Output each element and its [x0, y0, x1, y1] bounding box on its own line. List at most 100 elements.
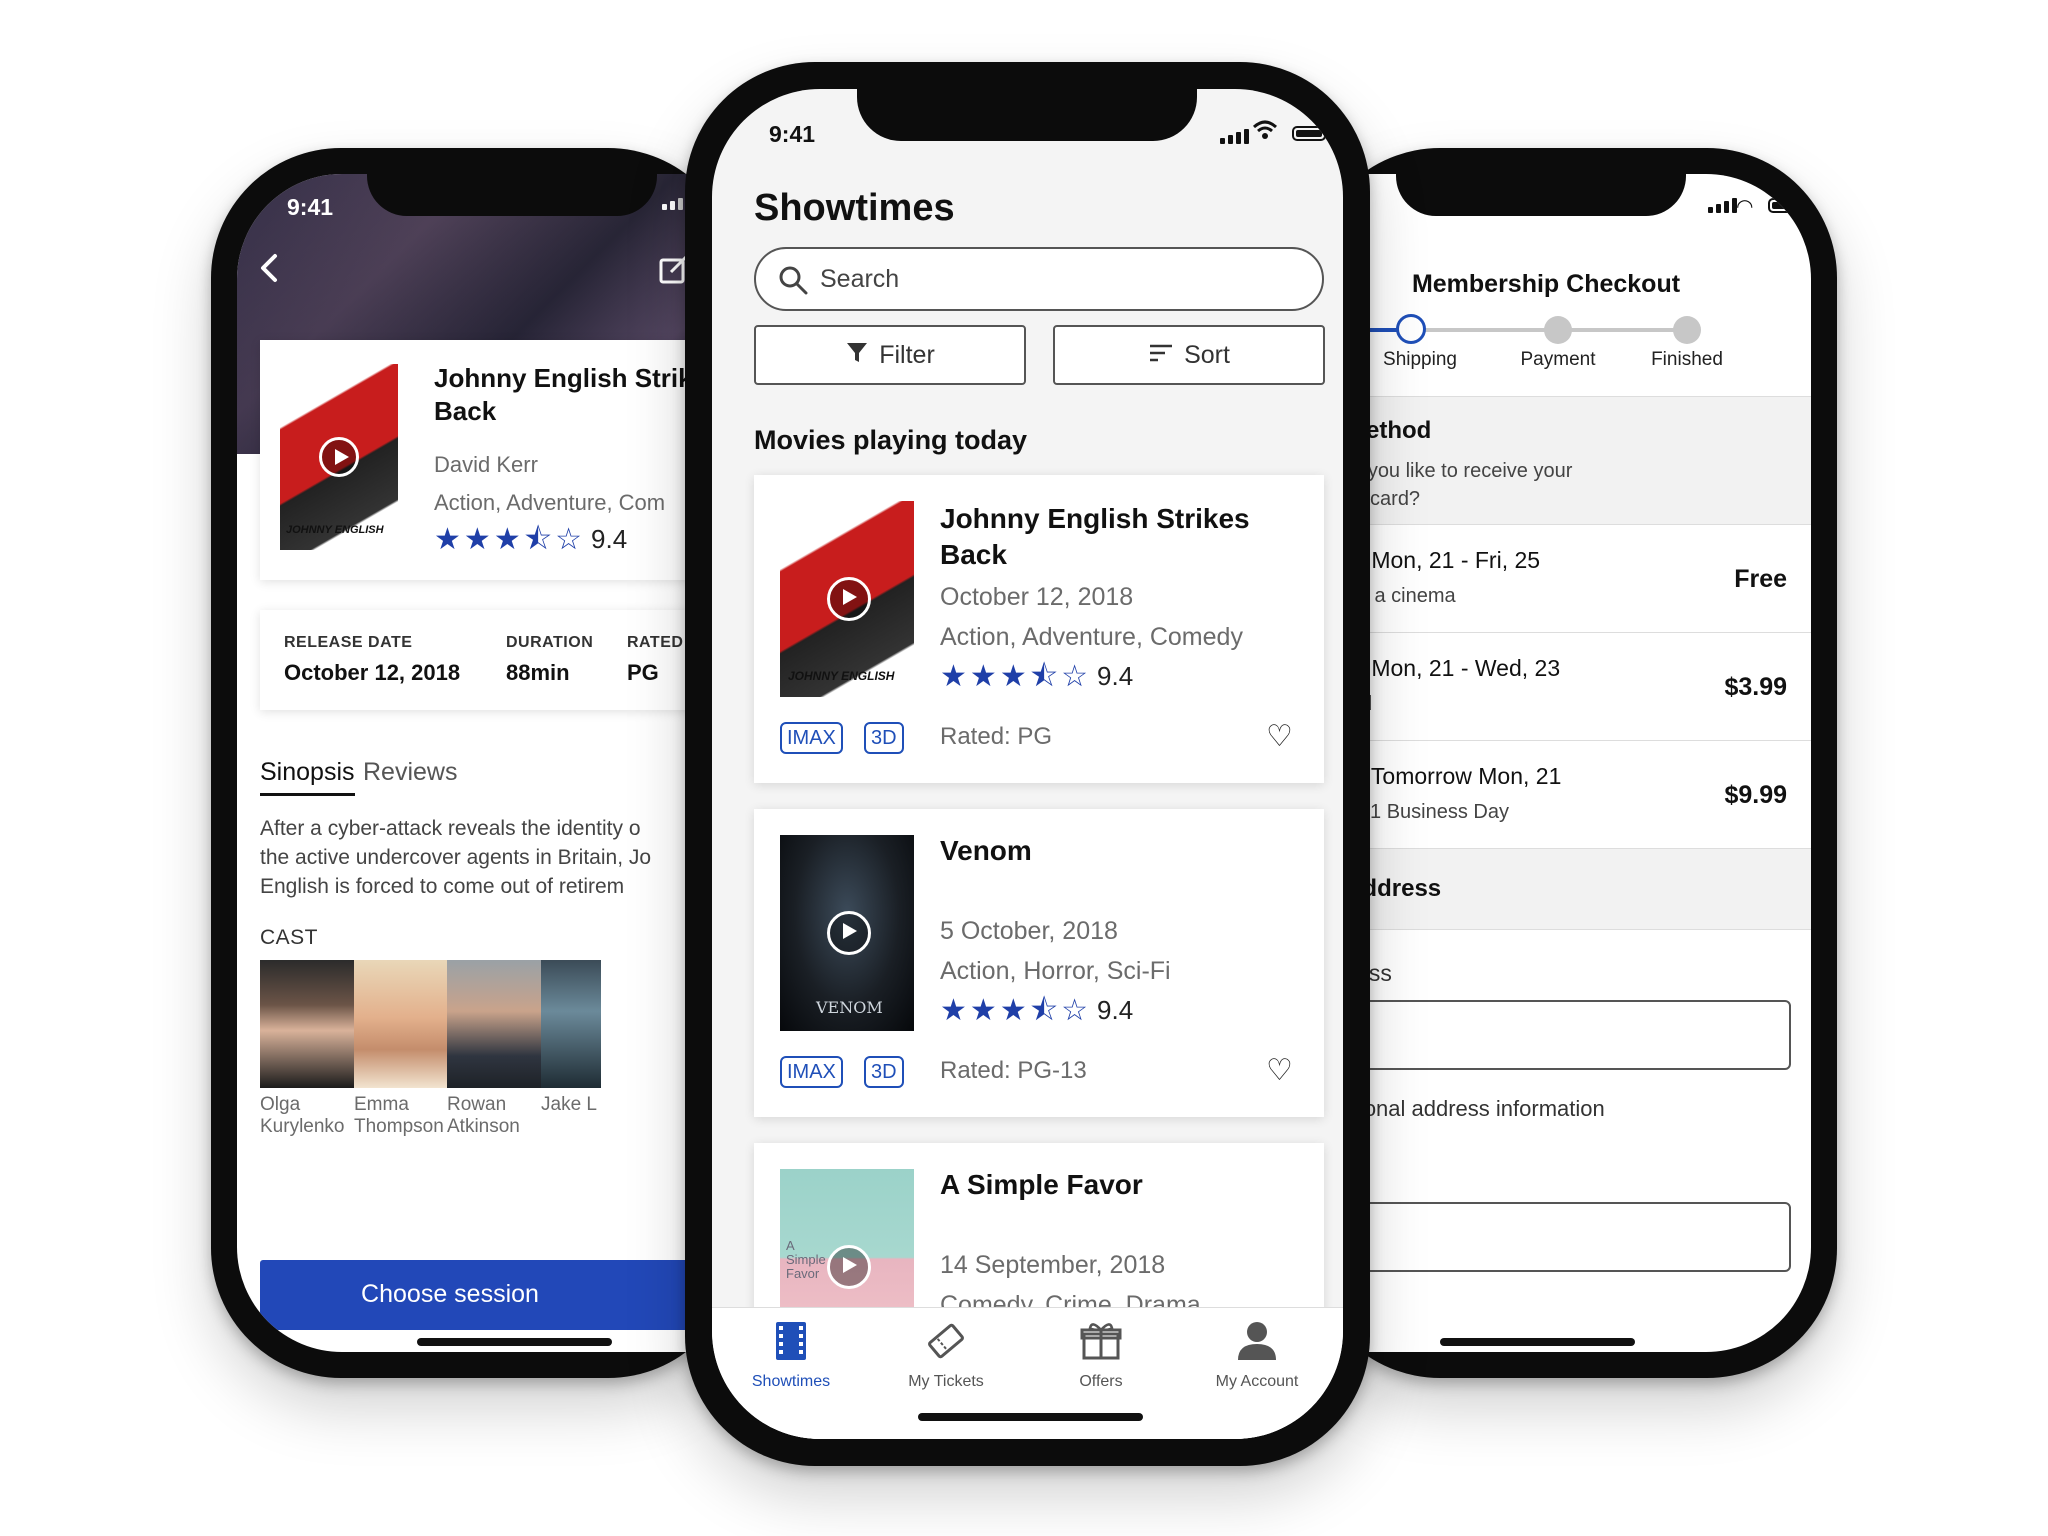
step-label-finished: Finished: [1651, 349, 1723, 370]
synopsis-line: the active undercover agents in Britain,…: [260, 846, 652, 869]
rating-stars: ★ ★ ★ ⯪ ☆ 9.4: [940, 661, 1133, 692]
step-dot[interactable]: [1544, 316, 1572, 344]
movie-rated: Rated: PG-13: [940, 1057, 1087, 1084]
cast-first-name: Olga: [260, 1094, 301, 1115]
movie-title-line1: Johnny English Strikes: [940, 503, 1250, 534]
cast-last-name: Atkinson: [447, 1116, 520, 1137]
movie-date: October 12, 2018: [940, 583, 1134, 611]
section-heading: Movies playing today: [754, 425, 1028, 455]
right-phone: ◠ Membership Checkout ails Shipping Paym…: [1290, 148, 1837, 1378]
movie-director: David Kerr: [434, 452, 538, 477]
person-icon: [1182, 1320, 1332, 1367]
rating-stars: ★ ★ ★ ⯪ ☆ 9.4: [434, 524, 627, 555]
step-label-shipping: Shipping: [1383, 349, 1457, 370]
movie-genres: Action, Adventure, Com: [434, 490, 666, 515]
battery-icon: [1292, 126, 1326, 141]
page-title: Showtimes: [754, 187, 955, 229]
center-screen: 9:41 Showtimes Search Filter Sort Movies…: [712, 89, 1343, 1439]
cast-photo[interactable]: [447, 960, 542, 1088]
badge-imax: IMAX: [780, 722, 843, 754]
tab-label: Offers: [1079, 1373, 1123, 1390]
back-icon[interactable]: [251, 248, 291, 288]
synopsis-line: English is forced to come out of retirem: [260, 875, 625, 898]
tab-label: My Tickets: [908, 1373, 984, 1390]
cast-last-name: Kurylenko: [260, 1116, 345, 1137]
movie-card[interactable]: JOHNNY ENGLISH Johnny English Strikes Ba…: [754, 475, 1324, 783]
release-label: RELEASE DATE: [284, 634, 413, 651]
poster-title: JOHNNY ENGLISH: [788, 669, 895, 683]
tab-showtimes[interactable]: Showtimes: [716, 1320, 866, 1391]
tab-reviews[interactable]: Reviews: [363, 758, 457, 787]
rating-value: 9.4: [1097, 661, 1134, 691]
tab-my-account[interactable]: My Account: [1182, 1320, 1332, 1391]
movie-title: Johnny English Strik Back: [434, 362, 693, 428]
cast-photo[interactable]: [354, 960, 449, 1088]
left-screen: 9:41 JOHNNY ENGLISH Johnny English Strik…: [237, 174, 757, 1352]
tab-label: Showtimes: [751, 1373, 831, 1390]
star-full-icon: ★: [940, 659, 967, 693]
movie-rated: Rated: PG: [940, 723, 1053, 750]
synopsis-text: After a cyber-attack reveals the identit…: [260, 814, 651, 901]
star-full-icon: ★: [940, 993, 967, 1027]
duration-value: 88min: [506, 660, 570, 685]
wifi-icon: ◠: [1736, 196, 1754, 218]
rated-value: PG: [627, 660, 659, 685]
cast-heading: CAST: [260, 926, 319, 949]
tab-sinopsis[interactable]: Sinopsis: [260, 758, 355, 796]
star-full-icon: ★: [969, 993, 997, 1027]
movie-title: A Simple Favor: [940, 1169, 1143, 1200]
star-half-icon: ⯪: [1029, 659, 1059, 693]
gift-icon: [1026, 1320, 1176, 1367]
play-icon[interactable]: [827, 911, 871, 955]
play-icon[interactable]: [827, 1245, 871, 1289]
signal-icon: [662, 198, 683, 210]
search-bar[interactable]: Search: [754, 247, 1324, 311]
step-dot[interactable]: [1673, 316, 1701, 344]
battery-icon: [1768, 198, 1802, 213]
option-price: $3.99: [1724, 673, 1787, 701]
filter-icon: [845, 340, 869, 371]
rating-value: 9.4: [591, 524, 628, 554]
cast-photo[interactable]: [541, 960, 601, 1088]
notch: [857, 89, 1197, 141]
search-input[interactable]: Search: [820, 265, 899, 294]
favorite-heart-icon[interactable]: ♡: [1266, 719, 1293, 754]
duration-label: DURATION: [506, 634, 594, 651]
cast-first-name: Jake L: [541, 1094, 597, 1115]
movie-genres: Action, Adventure, Comedy: [940, 623, 1243, 651]
badge-imax: IMAX: [780, 1056, 843, 1088]
ticket-icon: [871, 1320, 1021, 1367]
signal-icon: [1708, 198, 1737, 213]
status-time: 9:41: [769, 121, 816, 147]
movie-title: Johnny English Strikes Back: [940, 501, 1250, 573]
filter-button[interactable]: Filter: [754, 325, 1026, 385]
tab-offers[interactable]: Offers: [1026, 1320, 1176, 1391]
play-icon[interactable]: [827, 577, 871, 621]
poster-title: JOHNNY ENGLISH: [286, 524, 384, 536]
option-price: $9.99: [1724, 781, 1787, 809]
badge-3d: 3D: [864, 1056, 904, 1088]
notch: [1396, 174, 1686, 216]
movie-card[interactable]: VENOM Venom 5 October, 2018 Action, Horr…: [754, 809, 1324, 1117]
star-full-icon: ★: [999, 993, 1027, 1027]
badge-3d: 3D: [864, 722, 904, 754]
movie-date: 14 September, 2018: [940, 1251, 1166, 1279]
filter-label: Filter: [879, 340, 935, 369]
movie-genres: Action, Horror, Sci-Fi: [940, 957, 1171, 985]
checkout-title: Membership Checkout: [1411, 270, 1681, 298]
tab-my-tickets[interactable]: My Tickets: [871, 1320, 1021, 1391]
cast-first-name: Rowan: [447, 1094, 507, 1115]
movie-date: 5 October, 2018: [940, 917, 1118, 945]
star-empty-icon: ☆: [1061, 993, 1089, 1027]
film-icon: [716, 1320, 866, 1367]
option-price: Free: [1734, 565, 1787, 593]
poster-title: VENOM: [816, 998, 883, 1017]
choose-session-button[interactable]: Choose session: [260, 1260, 757, 1330]
play-icon[interactable]: [319, 437, 359, 477]
movie-card[interactable]: JOHNNY ENGLISH Johnny English Strik Back…: [260, 340, 757, 580]
favorite-heart-icon[interactable]: ♡: [1266, 1053, 1293, 1088]
cast-photo[interactable]: [260, 960, 355, 1088]
sort-button[interactable]: Sort: [1053, 325, 1325, 385]
step-current-dot[interactable]: [1396, 314, 1426, 344]
cast-name: Olga Kurylenko: [260, 1094, 345, 1138]
